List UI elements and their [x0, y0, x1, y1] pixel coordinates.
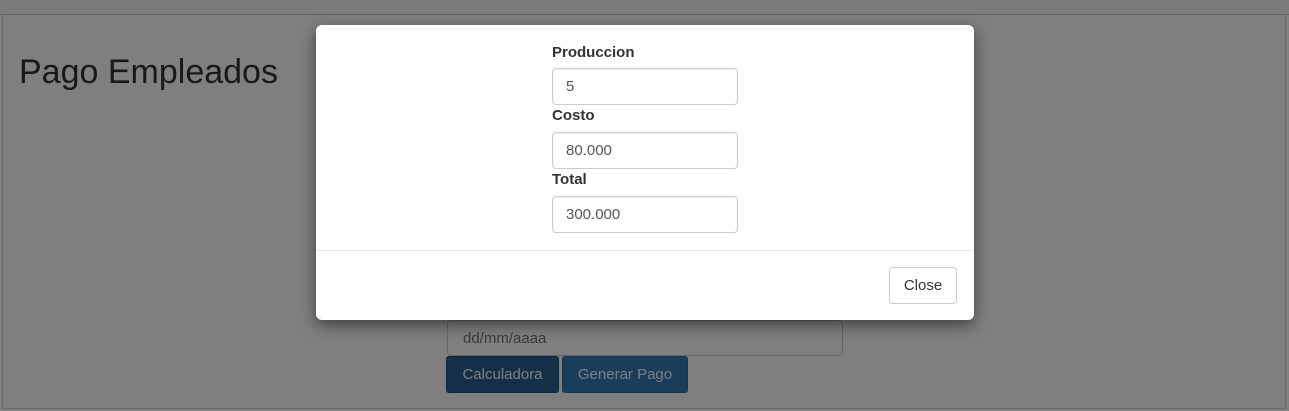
- total-input[interactable]: [552, 196, 738, 233]
- calculator-modal: Produccion Costo Total Close: [316, 25, 974, 320]
- produccion-input[interactable]: [552, 68, 738, 105]
- produccion-label: Produccion: [552, 44, 635, 61]
- close-button[interactable]: Close: [889, 267, 957, 304]
- modal-body: Produccion Costo Total: [316, 25, 974, 250]
- costo-label: Costo: [552, 107, 595, 124]
- modal-footer-divider: [316, 250, 974, 251]
- total-label: Total: [552, 171, 587, 188]
- costo-input[interactable]: [552, 132, 738, 169]
- page: Pago Empleados Calculadora Generar Pago …: [0, 0, 1289, 411]
